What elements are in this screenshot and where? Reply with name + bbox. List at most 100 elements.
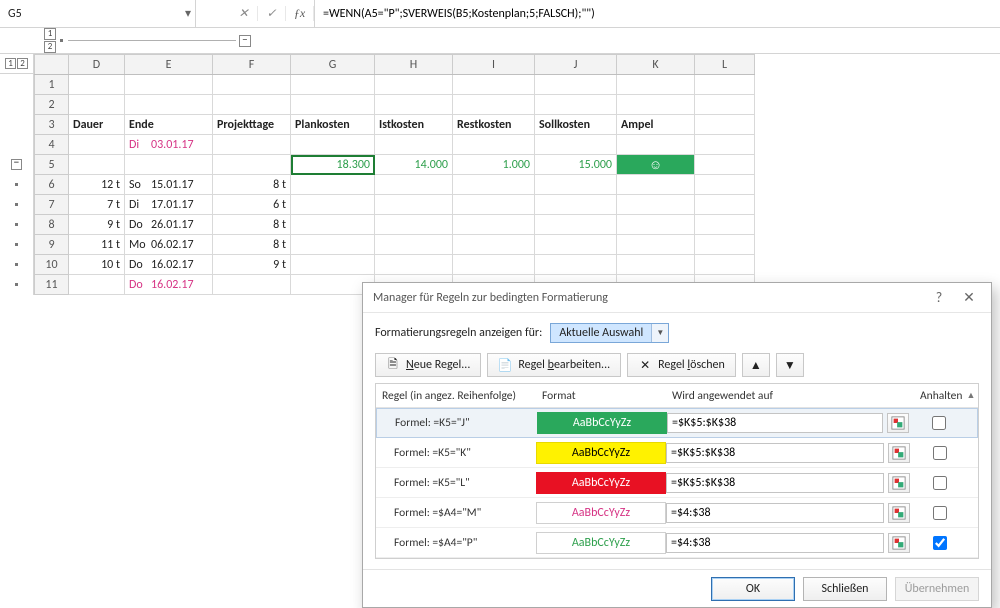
cell[interactable]: Do16.02.17 [125, 255, 213, 275]
cell[interactable]: 7 t [69, 195, 125, 215]
cell[interactable]: Di03.01.17 [125, 135, 213, 155]
cell[interactable]: 6 t [213, 195, 291, 215]
cell[interactable] [695, 115, 755, 135]
cell[interactable]: Ende [125, 115, 213, 135]
scroll-up-icon[interactable]: ▲ [964, 390, 978, 401]
rule-applies-input[interactable] [666, 443, 884, 463]
move-up-button[interactable]: ▲ [742, 353, 770, 377]
help-icon[interactable]: ? [927, 289, 951, 306]
row-header[interactable]: 2 [35, 95, 69, 115]
row-header[interactable]: 10 [35, 255, 69, 275]
cell[interactable]: 15.000 [535, 155, 617, 175]
cell[interactable]: Restkosten [453, 115, 535, 135]
edit-rule-button[interactable]: 📄Regel bearbeiten... [487, 353, 621, 377]
col-header[interactable]: J [535, 55, 617, 75]
row-header[interactable]: 5 [35, 155, 69, 175]
col-header[interactable]: F [213, 55, 291, 75]
formula-input[interactable] [321, 6, 994, 22]
col-outline-level-2[interactable]: 2 [44, 41, 56, 53]
cell[interactable]: Dauer [69, 115, 125, 135]
close-button[interactable]: Schließen [803, 577, 887, 601]
stop-if-true-checkbox[interactable] [933, 476, 947, 490]
cell[interactable]: 8 t [213, 235, 291, 255]
rule-row[interactable]: Formel: =K5="J"AaBbCcYyZz [376, 408, 978, 438]
cell[interactable]: Di17.01.17 [125, 195, 213, 215]
cell[interactable] [213, 275, 291, 295]
row-header[interactable]: 1 [35, 75, 69, 95]
col-header[interactable]: K [617, 55, 695, 75]
select-all-corner[interactable] [35, 55, 69, 75]
row-header[interactable]: 6 [35, 175, 69, 195]
cell[interactable]: 8 t [213, 215, 291, 235]
col-header[interactable]: L [695, 55, 755, 75]
stop-if-true-checkbox[interactable] [933, 536, 947, 550]
cell[interactable]: Plankosten [291, 115, 375, 135]
cell[interactable]: Mo06.02.17 [125, 235, 213, 255]
rule-applies-input[interactable] [666, 503, 884, 523]
name-box[interactable]: G5 ▾ [0, 0, 196, 27]
cell[interactable]: 8 t [213, 175, 291, 195]
ok-button[interactable]: OK [711, 577, 795, 601]
rule-row[interactable]: Formel: =$A4="P"AaBbCcYyZz [376, 528, 978, 558]
fx-icon[interactable]: ƒx [286, 6, 314, 21]
cell[interactable]: 12 t [69, 175, 125, 195]
row-outline-collapse-icon[interactable]: − [11, 159, 22, 170]
col-outline-level-1[interactable]: 1 [44, 28, 56, 40]
rule-applies-input[interactable] [666, 533, 884, 553]
cell[interactable] [69, 275, 125, 295]
cell[interactable]: 1.000 [453, 155, 535, 175]
row-outline-level-1[interactable]: 1 [5, 58, 16, 69]
range-picker-icon[interactable] [888, 503, 910, 523]
chevron-down-icon[interactable]: ▼ [651, 324, 668, 342]
stop-if-true-checkbox[interactable] [933, 446, 947, 460]
show-rules-for-combo[interactable]: Aktuelle Auswahl ▼ [550, 323, 669, 343]
rule-row[interactable]: Formel: =K5="L"AaBbCcYyZz [376, 468, 978, 498]
row-header[interactable]: 9 [35, 235, 69, 255]
range-picker-icon[interactable] [888, 533, 910, 553]
col-outline-collapse-icon[interactable]: − [239, 35, 251, 47]
cell[interactable]: Do26.01.17 [125, 215, 213, 235]
cell[interactable]: Sollkosten [535, 115, 617, 135]
delete-rule-button[interactable]: ✕Regel löschen [627, 353, 736, 377]
col-header[interactable]: H [375, 55, 453, 75]
cell[interactable]: 11 t [69, 235, 125, 255]
range-picker-icon[interactable] [887, 413, 909, 433]
stop-if-true-checkbox[interactable] [933, 506, 947, 520]
range-picker-icon[interactable] [888, 443, 910, 463]
cell[interactable]: Ampel [617, 115, 695, 135]
move-down-button[interactable]: ▼ [776, 353, 804, 377]
col-header[interactable]: E [125, 55, 213, 75]
row-header[interactable]: 8 [35, 215, 69, 235]
close-icon[interactable]: ✕ [957, 289, 981, 306]
col-header[interactable]: D [69, 55, 125, 75]
row-header[interactable]: 7 [35, 195, 69, 215]
rule-row[interactable]: Formel: =K5="K"AaBbCcYyZz [376, 438, 978, 468]
cell[interactable]: 10 t [69, 255, 125, 275]
cell[interactable]: So15.01.17 [125, 175, 213, 195]
cell[interactable]: 9 t [69, 215, 125, 235]
range-picker-icon[interactable] [888, 473, 910, 493]
col-header[interactable]: I [453, 55, 535, 75]
cell[interactable]: Do16.02.17 [125, 275, 213, 295]
row-header[interactable]: 3 [35, 115, 69, 135]
rule-row[interactable]: Formel: =$A4="M"AaBbCcYyZz [376, 498, 978, 528]
row-outline-level-2[interactable]: 2 [17, 58, 28, 69]
cell[interactable]: Projekttage [213, 115, 291, 135]
active-cell[interactable]: 18.300 [291, 155, 375, 175]
new-rule-button[interactable]: 🗎Neue Regel... [375, 353, 481, 377]
rule-applies-input[interactable] [667, 413, 883, 433]
cell-ampel[interactable]: ☺ [617, 155, 695, 175]
spreadsheet-grid[interactable]: D E F G H I J K L 1 2 3 Dauer Ende Proje… [34, 54, 755, 295]
row-header[interactable]: 4 [35, 135, 69, 155]
name-box-dropdown-icon[interactable]: ▾ [181, 6, 195, 21]
col-header[interactable]: G [291, 55, 375, 75]
cell[interactable]: Istkosten [375, 115, 453, 135]
rule-applies-input[interactable] [666, 473, 884, 493]
cancel-formula-icon[interactable]: ✕ [230, 6, 258, 21]
stop-if-true-checkbox[interactable] [932, 416, 946, 430]
enter-formula-icon[interactable]: ✓ [258, 6, 286, 21]
row-header[interactable]: 11 [35, 275, 69, 295]
apply-button[interactable]: Übernehmen [895, 577, 979, 601]
cell[interactable]: 14.000 [375, 155, 453, 175]
cell[interactable]: 9 t [213, 255, 291, 275]
